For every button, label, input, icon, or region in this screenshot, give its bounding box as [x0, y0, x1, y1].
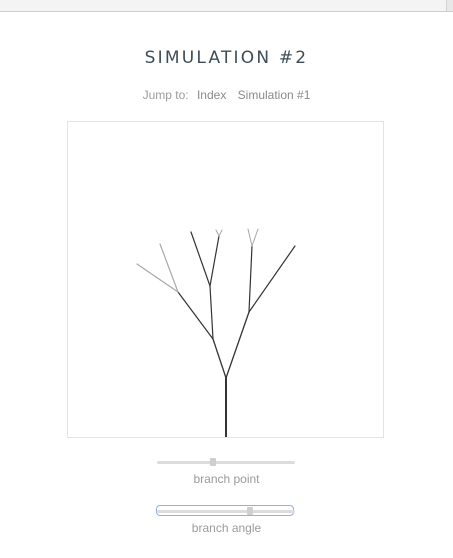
browser-top-bar — [0, 0, 453, 12]
slider-track — [157, 461, 295, 464]
branching-tree-drawing — [136, 228, 296, 437]
branch-point-label: branch point — [193, 472, 260, 486]
slider-thumb[interactable] — [210, 458, 216, 466]
simulation-1-link[interactable]: Simulation #1 — [238, 88, 311, 102]
tree-branch — [247, 228, 253, 247]
tree-branch — [136, 263, 179, 293]
tree-branch — [209, 235, 220, 287]
tree-branch — [212, 338, 227, 379]
tree-branch — [251, 228, 259, 247]
tree-branch — [218, 229, 223, 237]
tree-branch — [248, 245, 296, 313]
index-link[interactable]: Index — [197, 88, 226, 102]
page-title: SIMULATION #2 — [144, 48, 309, 69]
tree-branch — [209, 285, 214, 340]
tree-branch — [190, 231, 211, 287]
jump-label: Jump to: — [142, 88, 189, 102]
scrollbar-corner — [446, 0, 453, 11]
slider-thumb[interactable] — [247, 507, 253, 515]
tree-branch — [159, 243, 179, 293]
branch-angle-label: branch angle — [191, 521, 262, 535]
tree-branch — [225, 311, 250, 379]
slider-track — [157, 510, 295, 513]
jump-nav: Jump to: Index Simulation #1 — [0, 88, 453, 102]
tree-branch — [177, 291, 214, 340]
simulation-canvas — [67, 121, 384, 438]
tree-branch — [248, 245, 253, 313]
tree-branch — [215, 229, 220, 237]
